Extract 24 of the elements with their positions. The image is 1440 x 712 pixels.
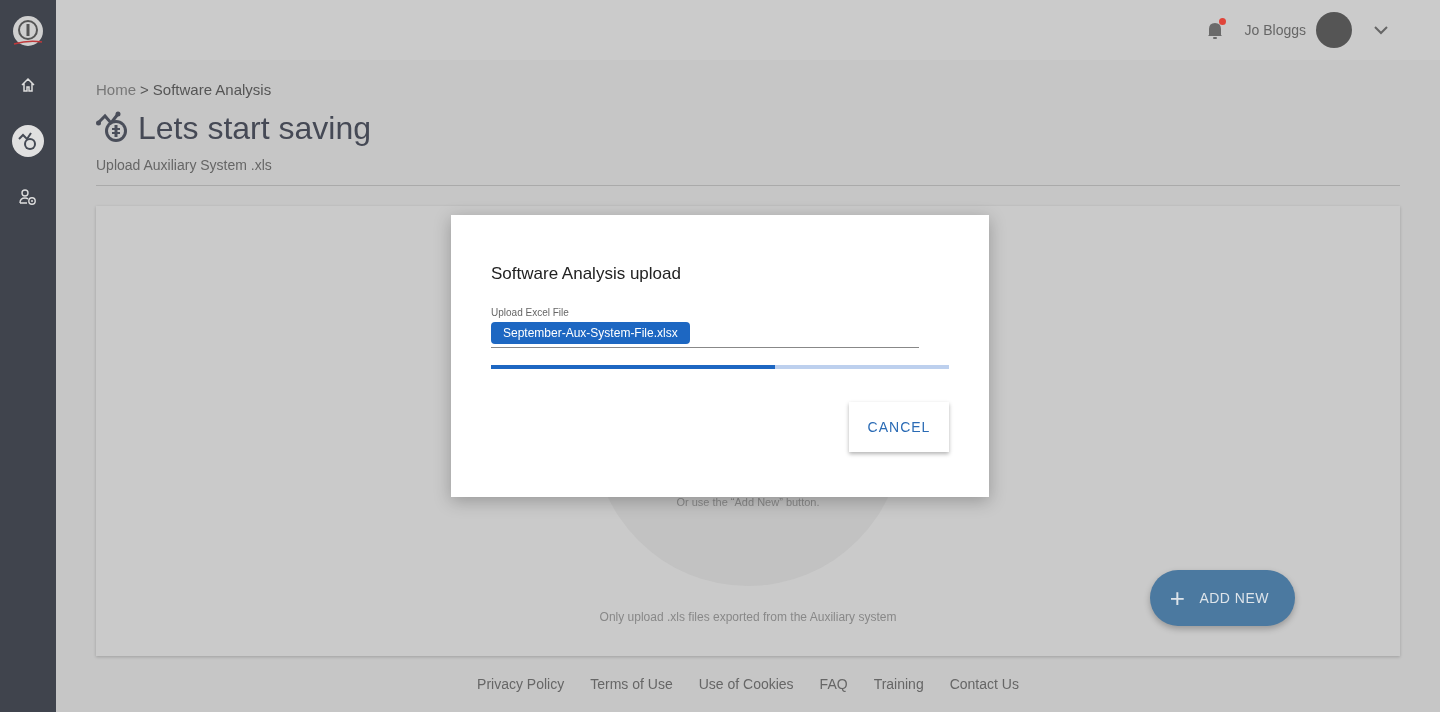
footer-link[interactable]: Use of Cookies: [698, 676, 794, 692]
breadcrumb-link[interactable]: Software Analysis: [152, 81, 272, 98]
footer-link[interactable]: Training: [873, 676, 924, 692]
footer-link[interactable]: Contact Us: [949, 676, 1019, 692]
breadcrumb-separator: >: [140, 81, 149, 98]
file-field[interactable]: September-Aux-System-File.xlsx: [491, 318, 919, 348]
user-name[interactable]: Jo Bloggs: [1244, 22, 1306, 38]
footer-link[interactable]: Terms of Use: [590, 676, 673, 692]
footer-link[interactable]: FAQ: [819, 676, 848, 692]
upload-note: Only upload .xls files exported from the Auxiliary system: [599, 610, 897, 624]
dialog-title: Software Analysis upload: [491, 264, 682, 284]
savings-chart-icon[interactable]: [12, 125, 44, 157]
logo-icon[interactable]: [11, 15, 45, 49]
chevron-down-icon[interactable]: [1374, 25, 1388, 35]
add-new-button[interactable]: + ADD NEW: [1149, 570, 1295, 626]
page-subtitle: Upload Auxiliary System .xls: [96, 157, 273, 173]
footer-link[interactable]: Privacy Policy: [477, 676, 565, 692]
breadcrumb-link[interactable]: Home: [96, 81, 136, 98]
file-chip[interactable]: September-Aux-System-File.xlsx: [491, 322, 690, 344]
page-title: Lets start saving: [138, 110, 371, 147]
cancel-button[interactable]: CANCEL: [849, 402, 949, 452]
notification-bell-icon[interactable]: [1206, 20, 1223, 40]
avatar-placeholder[interactable]: [1316, 12, 1352, 48]
field-label: Upload Excel File: [491, 307, 570, 318]
